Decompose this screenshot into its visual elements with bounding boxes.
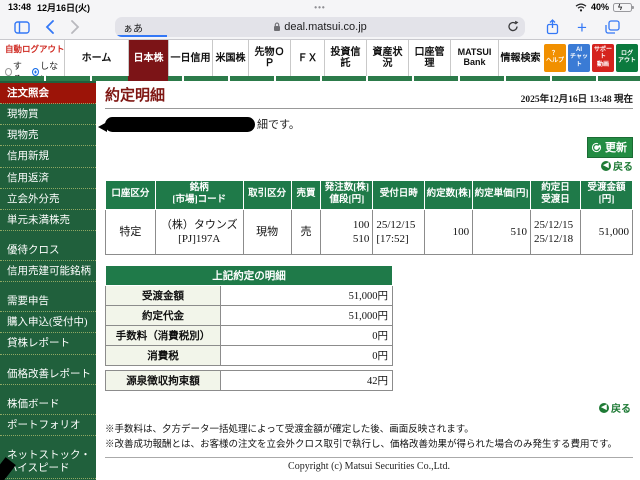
detail-row: 約定代金 51,000円 [105,305,393,326]
auto-logout-label: 自動ログアウト [5,44,65,54]
site-nav-bar: 自動ログアウト する しない ホーム 日本株 一日信用 米国株 先物ＯＰ ＦＸ … [0,40,640,84]
status-bar: 13:48 12月16日(火) ••• 40% ϟ [0,0,640,14]
as-of-timestamp: 2025年12月16日 13:48 現在 [520,95,633,105]
help-button[interactable]: ？ヘルプ [544,44,566,72]
detail-row: 受渡金額 51,000円 [105,285,393,306]
support-video-button[interactable]: サポート 動画 [592,44,614,72]
cell-side: 売 [290,209,322,255]
cell-accept-datetime: 25/12/15 [17:52] [372,209,426,255]
tab-assets[interactable]: 資産状況 [366,40,408,76]
detail-table-title: 上記約定の明細 [105,265,393,286]
sidebar-item-price-board[interactable]: 株価ボード [0,394,96,415]
cell-trade-type: 現物 [242,209,292,255]
detail-row: 源泉徴収拘束額 42円 [105,370,393,391]
sidebar-item-yutai-cross[interactable]: 優待クロス [0,240,96,261]
back-link-top[interactable]: ◀ 戻る [601,158,633,173]
battery-percent: 40% [590,2,609,12]
radio-icon[interactable] [5,68,12,76]
refresh-page-icon[interactable] [507,20,519,37]
cell-account-type: 特定 [105,209,156,255]
date: 12月16日(火) [37,2,91,13]
footnote-improvement: ※改善成功報酬とは、お客様の注文を立会外クロス取引で執行し、価格改善効果が得られ… [105,439,618,450]
ipad-screen: 13:48 12月16日(火) ••• 40% ϟ ぁあ deal.matsui… [0,0,640,480]
cell-executed-qty: 100 [424,209,474,255]
tab-account[interactable]: 口座管理 [408,40,450,76]
sidebar-item-demand-declaration[interactable]: 需要申告 [0,291,96,313]
sidebar-menu: 注文照会 現物買 現物売 信用新規 信用返済 立会外分売 単元未満株売 優待クロ… [0,81,96,480]
tab-home[interactable]: ホーム [64,40,128,76]
sidebar-item-portfolio[interactable]: ポートフォリオ [0,415,96,436]
table-row: 特定 （株）タウンズ [PJ]197A 現物 売 100 510 25/12/15[… [105,209,634,255]
sidebar-item-order-inquiry[interactable]: 注文照会 [0,83,96,105]
tab-funds[interactable]: 投資信託 [324,40,366,76]
sidebar-item-margin-close[interactable]: 信用返済 [0,168,96,189]
sidebar-item-margin-new[interactable]: 信用新規 [0,146,96,168]
ai-chat-button[interactable]: AI チャット [568,44,590,72]
cell-settlement-amount: 51,000 [579,209,634,255]
refresh-circle-icon [591,142,602,152]
cell-trade-settle-dates: 25/12/15 25/12/18 [530,209,581,255]
cell-order-qty-price: 100 510 [320,209,374,255]
clock: 13:48 [8,2,32,12]
sidebar-item-purchase-apply[interactable]: 購入申込(受付中) [0,312,96,334]
tab-matsui-bank[interactable]: MATSUI Bank [450,40,498,76]
tab-us-stocks[interactable]: 米国株 [212,40,248,76]
sidebar-item-stock-lending-report[interactable]: 貸株レポート [0,333,96,355]
sidebar-item-short-available[interactable]: 信用売建可能銘柄 [0,261,96,283]
share-icon[interactable] [542,17,562,37]
summary-text: 細です。 [257,119,300,131]
lock-icon [274,22,281,31]
auto-logout-control: 自動ログアウト する しない [0,40,65,84]
back-arrow-icon: ◀ [599,402,609,413]
detail-row: 手数料（消費税別） 0円 [105,325,393,346]
footnote-fee: ※手数料は、夕方データ一括処理によって受渡金額が確定した後、画面反映されます。 [105,425,474,435]
sidebar-item-price-improvement-report[interactable]: 価格改善レポート [0,364,96,385]
logout-button[interactable]: ログ アウト [616,44,638,72]
wifi-icon [575,3,587,11]
tab-futures-op[interactable]: 先物ＯＰ [248,40,290,76]
cell-stock: （株）タウンズ [PJ]197A [154,209,244,255]
url-text: deal.matsui.co.jp [284,21,367,33]
refresh-button[interactable]: 更新 [587,137,633,158]
battery-icon: ϟ [613,2,634,12]
withholding-table: 源泉徴収拘束額 42円 [105,370,393,391]
tabs-icon[interactable] [602,17,622,37]
cell-executed-price: 510 [472,209,532,255]
footnotes: ※手数料は、夕方データ一括処理によって受渡金額が確定した後、画面反映されます。 … [105,423,633,452]
execution-detail-table: 上記約定の明細 受渡金額 51,000円 約定代金 51,000円 手数料（消費税別… [105,265,393,366]
back-link-bottom[interactable]: ◀ 戻る [599,400,631,415]
back-icon[interactable] [40,17,60,37]
copyright-text: Copyright (c) Matsui Securities Co.,Ltd. [288,461,450,473]
browser-toolbar: ぁあ deal.matsui.co.jp + [0,14,640,40]
sidebar-item-cash-buy[interactable]: 現物買 [0,104,96,126]
execution-table: 口座区分 銘柄 [市場]コード 取引区分 売買 発注数[株] 値段[円] 受付日時 … [105,180,634,255]
forward-icon[interactable] [65,17,85,37]
sidebar-item-offhours-sale[interactable]: 立会外分売 [0,189,96,210]
page-load-progress [115,35,167,37]
sidebar-item-cash-sell[interactable]: 現物売 [0,125,96,147]
tab-fx[interactable]: ＦＸ [290,40,324,76]
sidebar-item-netstock-highspeed[interactable]: ネットストック・ハイスピード [0,445,96,480]
tab-japan-stocks[interactable]: 日本株 [128,40,168,76]
tab-day-margin[interactable]: 一日信用 [168,40,212,76]
new-tab-icon[interactable]: + [572,17,592,37]
back-arrow-icon: ◀ [601,160,611,171]
footer-divider [105,457,633,459]
address-bar[interactable]: ぁあ deal.matsui.co.jp [115,17,525,37]
page-title: 約定明細 [105,88,166,104]
app-switcher-dots: ••• [314,2,326,12]
redaction-mark [98,116,255,132]
summary-line: 細です。 [98,115,633,133]
detail-row: 消費税 0円 [105,345,393,366]
sidebar-toggle-icon[interactable] [12,17,32,37]
tab-info-search[interactable]: 情報検索 [498,40,542,76]
radio-selected-icon[interactable] [32,68,40,76]
main-content: 約定明細 2025年12月16日 13:48 現在 細です。 更新 ◀ 戻る 口… [96,81,640,480]
sidebar-item-odd-lot-sell[interactable]: 単元未満株売 [0,210,96,231]
